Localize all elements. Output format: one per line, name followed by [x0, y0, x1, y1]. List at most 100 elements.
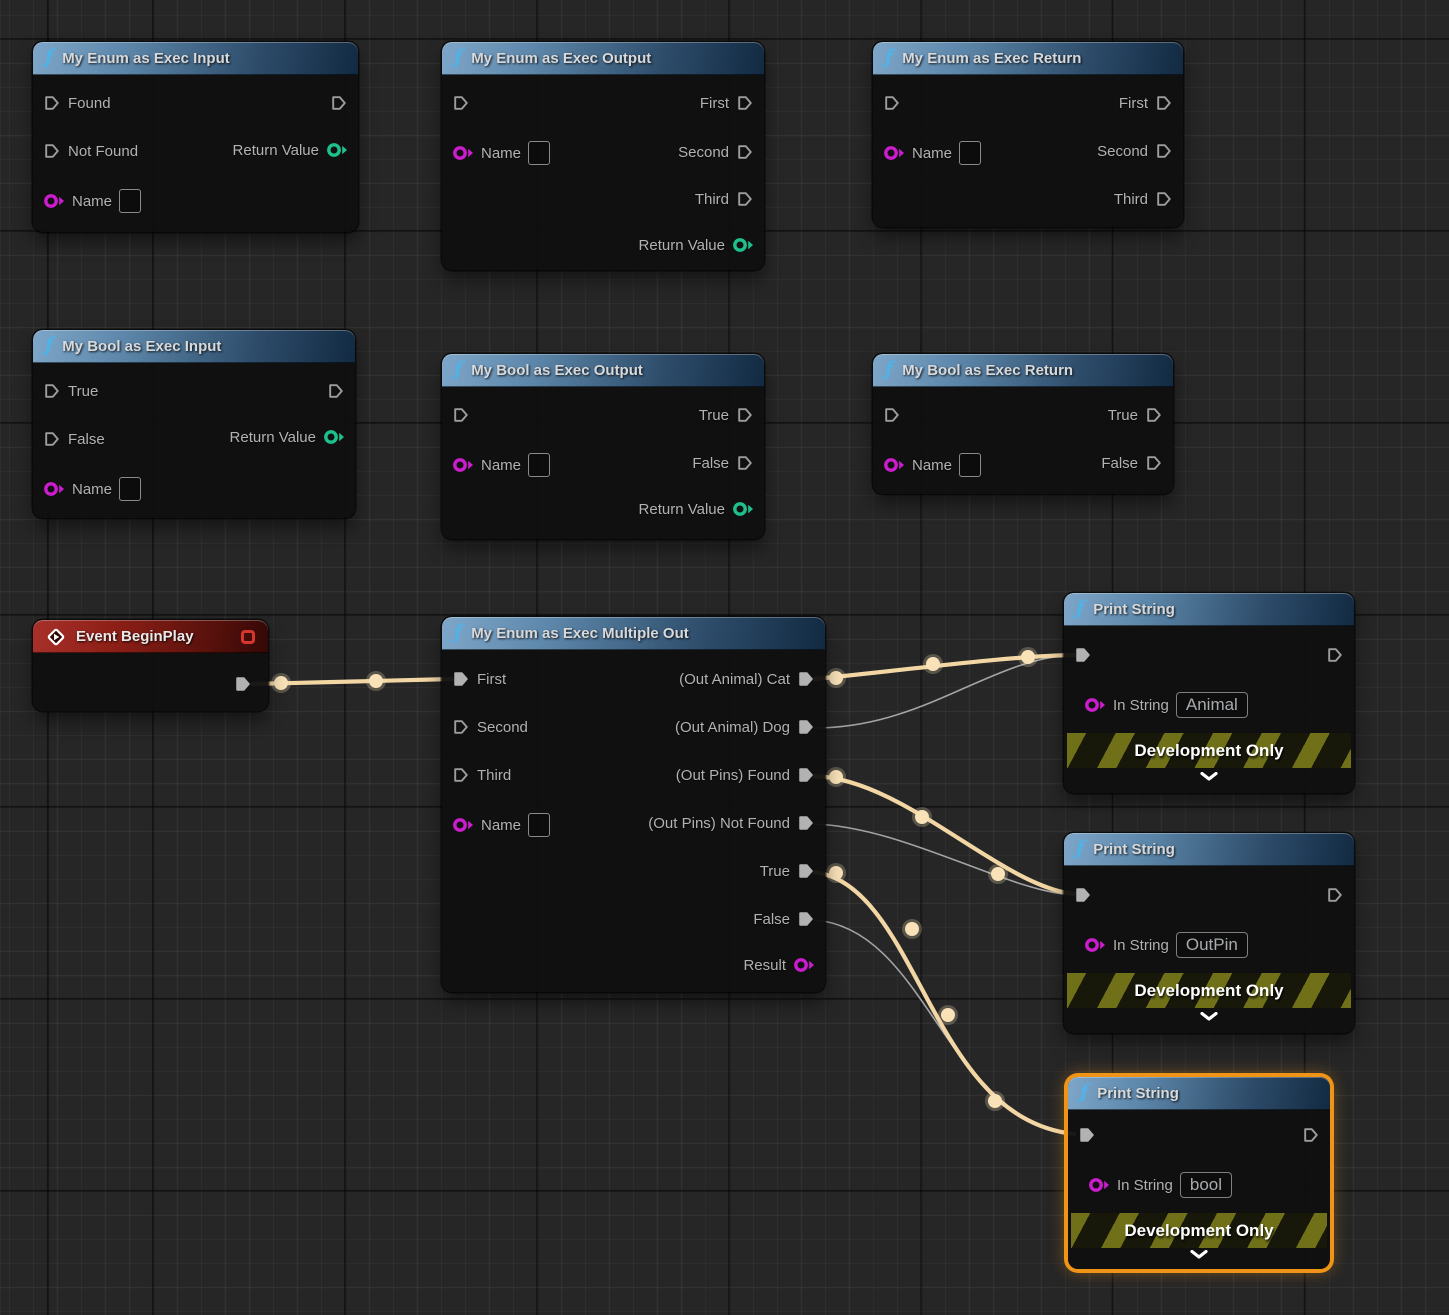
node-print-string-animal[interactable]: ƒ Print String In String Animal Developm…: [1064, 593, 1354, 793]
exec-output-pin[interactable]: [1302, 1122, 1320, 1148]
name-pin-icon: [43, 192, 65, 210]
node-header[interactable]: ƒ My Enum as Exec Return: [873, 42, 1183, 75]
exec-output-pin-true[interactable]: True: [760, 858, 815, 884]
exec-input-pin[interactable]: [883, 402, 901, 428]
node-header[interactable]: ƒ Print String: [1068, 1077, 1330, 1110]
return-pin-icon: [732, 500, 754, 518]
node-header[interactable]: ƒ My Bool as Exec Input: [33, 330, 355, 363]
node-my-enum-as-exec-multiple-out[interactable]: ƒ My Enum as Exec Multiple Out First Sec…: [442, 617, 825, 992]
exec-input-pin-first[interactable]: First: [452, 666, 506, 692]
name-value-box[interactable]: [959, 453, 981, 477]
node-header[interactable]: ƒ Print String: [1064, 833, 1354, 866]
in-string-pin[interactable]: In String bool: [1088, 1172, 1232, 1198]
exec-input-pin-not-found[interactable]: Not Found: [43, 138, 138, 164]
exec-output-pin-true[interactable]: True: [1108, 402, 1163, 428]
name-input-pin[interactable]: Name: [452, 452, 550, 478]
exec-output-pin[interactable]: [330, 90, 348, 116]
node-my-bool-as-exec-input[interactable]: ƒ My Bool as Exec Input True False Name …: [33, 330, 355, 518]
in-string-value[interactable]: bool: [1180, 1172, 1232, 1198]
name-input-pin[interactable]: Name: [43, 476, 141, 502]
name-input-pin[interactable]: Name: [883, 140, 981, 166]
name-value-box[interactable]: [528, 813, 550, 837]
node-header[interactable]: ƒ My Bool as Exec Output: [442, 354, 764, 387]
exec-output-pin-true[interactable]: True: [699, 402, 754, 428]
name-value-box[interactable]: [959, 141, 981, 165]
node-print-string-bool[interactable]: ƒ Print String In String bool Developmen…: [1068, 1077, 1330, 1269]
node-print-string-outpin[interactable]: ƒ Print String In String OutPin Developm…: [1064, 833, 1354, 1033]
name-input-pin[interactable]: Name: [452, 140, 550, 166]
exec-output-pin-out-pins-found[interactable]: (Out Pins) Found: [676, 762, 815, 788]
name-value-box[interactable]: [528, 141, 550, 165]
node-header[interactable]: ƒ My Enum as Exec Multiple Out: [442, 617, 825, 650]
wire-cat-to-print1: [814, 655, 1074, 679]
name-pin-icon: [883, 456, 905, 474]
exec-output-pin[interactable]: [1326, 642, 1344, 668]
return-value-pin[interactable]: Return Value: [233, 137, 348, 163]
exec-output-pin[interactable]: [327, 378, 345, 404]
node-header[interactable]: ƒ Print String: [1064, 593, 1354, 626]
return-value-pin[interactable]: Return Value: [639, 496, 754, 522]
blueprint-graph-canvas[interactable]: ƒ My Enum as Exec Input Found Not Found …: [0, 0, 1449, 1315]
node-my-enum-as-exec-return[interactable]: ƒ My Enum as Exec Return Name First Seco…: [873, 42, 1183, 227]
node-title: My Enum as Exec Return: [902, 50, 1081, 67]
name-input-pin[interactable]: Name: [883, 452, 981, 478]
node-header[interactable]: ƒ My Enum as Exec Input: [33, 42, 358, 75]
node-header[interactable]: ƒ My Enum as Exec Output: [442, 42, 764, 75]
exec-output-pin-false[interactable]: False: [1101, 450, 1163, 476]
name-input-pin[interactable]: Name: [452, 812, 550, 838]
result-output-pin[interactable]: Result: [743, 952, 815, 978]
return-pin-icon: [326, 141, 348, 159]
node-my-enum-as-exec-output[interactable]: ƒ My Enum as Exec Output Name First Seco…: [442, 42, 764, 270]
function-icon: ƒ: [1076, 839, 1084, 858]
exec-output-pin-first[interactable]: First: [1119, 90, 1173, 116]
in-string-pin[interactable]: In String Animal: [1084, 692, 1248, 718]
return-value-pin[interactable]: Return Value: [230, 424, 345, 450]
return-value-pin[interactable]: Return Value: [639, 232, 754, 258]
exec-input-pin-third[interactable]: Third: [452, 762, 511, 788]
exec-pin-icon: [797, 862, 815, 880]
exec-input-pin[interactable]: [1074, 642, 1092, 668]
exec-output-pin-out-pins-not-found[interactable]: (Out Pins) Not Found: [648, 810, 815, 836]
name-input-pin[interactable]: Name: [43, 188, 141, 214]
exec-input-pin-found[interactable]: Found: [43, 90, 111, 116]
exec-output-pin-second[interactable]: Second: [1097, 138, 1173, 164]
exec-pin-icon: [1145, 454, 1163, 472]
in-string-value[interactable]: OutPin: [1176, 932, 1248, 958]
exec-input-pin-second[interactable]: Second: [452, 714, 528, 740]
exec-input-pin[interactable]: [883, 90, 901, 116]
exec-input-pin[interactable]: [1074, 882, 1092, 908]
exec-output-pin[interactable]: [1326, 882, 1344, 908]
in-string-pin[interactable]: In String OutPin: [1084, 932, 1248, 958]
expand-advanced-button[interactable]: [1068, 1250, 1330, 1259]
exec-output-pin[interactable]: [234, 671, 252, 697]
name-value-box[interactable]: [528, 453, 550, 477]
in-string-value[interactable]: Animal: [1176, 692, 1248, 718]
exec-output-pin-false[interactable]: False: [753, 906, 815, 932]
expand-advanced-button[interactable]: [1064, 772, 1354, 781]
node-my-bool-as-exec-output[interactable]: ƒ My Bool as Exec Output Name True False…: [442, 354, 764, 539]
node-my-bool-as-exec-return[interactable]: ƒ My Bool as Exec Return Name True False: [873, 354, 1173, 494]
exec-output-pin-out-animal-cat[interactable]: (Out Animal) Cat: [679, 666, 815, 692]
exec-output-pin-second[interactable]: Second: [678, 139, 754, 165]
exec-input-pin[interactable]: [1078, 1122, 1096, 1148]
node-event-beginplay[interactable]: Event BeginPlay: [33, 620, 268, 711]
exec-pin-icon: [797, 910, 815, 928]
exec-output-pin-third[interactable]: Third: [1114, 186, 1173, 212]
chevron-down-icon: [1200, 1012, 1218, 1021]
exec-output-pin-first[interactable]: First: [700, 90, 754, 116]
exec-output-pin-false[interactable]: False: [692, 450, 754, 476]
node-header[interactable]: ƒ My Bool as Exec Return: [873, 354, 1173, 387]
node-header[interactable]: Event BeginPlay: [33, 620, 268, 653]
exec-output-pin-third[interactable]: Third: [695, 186, 754, 212]
exec-output-pin-out-animal-dog[interactable]: (Out Animal) Dog: [675, 714, 815, 740]
exec-input-pin-true[interactable]: True: [43, 378, 98, 404]
node-my-enum-as-exec-input[interactable]: ƒ My Enum as Exec Input Found Not Found …: [33, 42, 358, 232]
chevron-down-icon: [1190, 1250, 1208, 1259]
exec-input-pin[interactable]: [452, 90, 470, 116]
exec-input-pin-false[interactable]: False: [43, 426, 105, 452]
name-value-box[interactable]: [119, 477, 141, 501]
name-value-box[interactable]: [119, 189, 141, 213]
exec-pin-icon: [736, 94, 754, 112]
expand-advanced-button[interactable]: [1064, 1012, 1354, 1021]
exec-input-pin[interactable]: [452, 402, 470, 428]
